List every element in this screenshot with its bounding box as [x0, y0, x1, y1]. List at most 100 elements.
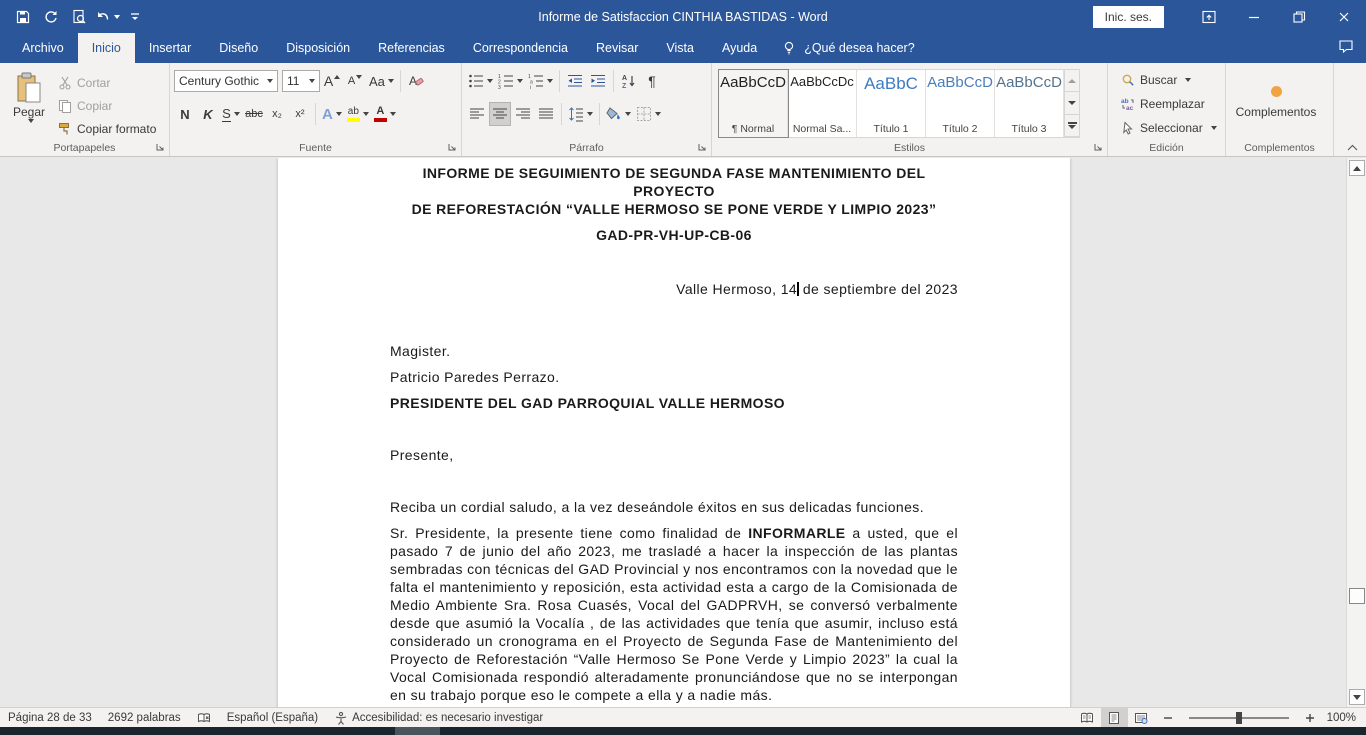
- doc-date-line: Valle Hermoso, 14 de septiembre del 2023: [390, 280, 958, 298]
- styles-more-button[interactable]: [1065, 115, 1079, 137]
- justify-button[interactable]: [535, 102, 557, 126]
- font-size-combobox[interactable]: 11: [282, 70, 320, 92]
- tab-referencias[interactable]: Referencias: [364, 33, 459, 63]
- scrollbar-down-button[interactable]: [1349, 689, 1365, 705]
- read-mode-button[interactable]: [1074, 708, 1101, 728]
- parrafo-dialog-launcher[interactable]: [696, 141, 709, 154]
- tab-inicio[interactable]: Inicio: [78, 33, 135, 63]
- style-titulo-2[interactable]: AaBbCcD Título 2: [926, 70, 995, 137]
- text-effects-button[interactable]: A: [320, 102, 344, 126]
- language-selector[interactable]: Español (España): [219, 708, 326, 728]
- collapse-ribbon-button[interactable]: [1344, 140, 1360, 154]
- redo-button[interactable]: [38, 4, 64, 30]
- increase-indent-button[interactable]: [587, 69, 609, 93]
- vertical-scrollbar[interactable]: [1346, 158, 1366, 707]
- print-layout-button[interactable]: [1101, 708, 1128, 728]
- style-titulo-1[interactable]: AaBbC Título 1: [857, 70, 926, 137]
- tab-diseno[interactable]: Diseño: [205, 33, 272, 63]
- borders-button[interactable]: [634, 102, 663, 126]
- close-button[interactable]: [1321, 0, 1366, 33]
- tab-insertar[interactable]: Insertar: [135, 33, 205, 63]
- tab-correspondencia[interactable]: Correspondencia: [459, 33, 582, 63]
- replace-button[interactable]: abac Reemplazar: [1118, 94, 1220, 115]
- zoom-in-button[interactable]: [1297, 708, 1323, 728]
- accessibility-person-icon: [334, 711, 348, 725]
- change-case-button[interactable]: Aa: [367, 69, 396, 93]
- save-button[interactable]: [10, 4, 36, 30]
- zoom-out-button[interactable]: [1155, 708, 1181, 728]
- divider: [559, 70, 560, 92]
- customize-quick-access-icon: [128, 10, 142, 24]
- multilevel-list-button[interactable]: 1ai: [526, 69, 555, 93]
- tab-ayuda[interactable]: Ayuda: [708, 33, 771, 63]
- decrease-indent-button[interactable]: [564, 69, 586, 93]
- accessibility-status[interactable]: Accesibilidad: es necesario investigar: [326, 708, 551, 728]
- tab-revisar[interactable]: Revisar: [582, 33, 652, 63]
- grow-font-button[interactable]: A: [321, 69, 343, 93]
- style-normal[interactable]: AaBbCcD ¶ Normal: [719, 70, 788, 137]
- complementos-button[interactable]: Complementos: [1230, 67, 1322, 138]
- increase-indent-icon: [590, 73, 606, 89]
- cut-button: Cortar: [54, 73, 160, 92]
- italic-button[interactable]: K: [197, 102, 219, 126]
- sign-in-button[interactable]: Inic. ses.: [1093, 6, 1164, 28]
- tab-disposicion[interactable]: Disposición: [272, 33, 364, 63]
- print-preview-button[interactable]: [66, 4, 92, 30]
- minimize-button[interactable]: [1231, 0, 1276, 33]
- numbering-button[interactable]: 123: [496, 69, 525, 93]
- clear-formatting-button[interactable]: A: [405, 69, 427, 93]
- show-marks-button[interactable]: ¶: [641, 69, 663, 93]
- font-color-button[interactable]: A: [372, 102, 398, 126]
- styles-scroll-up-button[interactable]: [1065, 70, 1079, 92]
- word-count[interactable]: 2692 palabras: [100, 708, 189, 728]
- styles-scroll-down-button[interactable]: [1065, 92, 1079, 114]
- shading-button[interactable]: [604, 102, 633, 126]
- style-sin-espaciado[interactable]: AaBbCcDc Normal Sa...: [788, 70, 857, 137]
- scrollbar-thumb[interactable]: [1349, 588, 1365, 604]
- svg-text:ac: ac: [1126, 105, 1134, 111]
- decrease-indent-icon: [567, 73, 583, 89]
- portapapeles-dialog-launcher[interactable]: [154, 141, 167, 154]
- align-center-button[interactable]: [489, 102, 511, 126]
- font-name-combobox[interactable]: Century Gothic: [174, 70, 278, 92]
- scrollbar-up-icon: [1353, 166, 1361, 171]
- tell-me-box[interactable]: ¿Qué desea hacer?: [771, 33, 925, 63]
- divider: [613, 70, 614, 92]
- fuente-dialog-launcher[interactable]: [446, 141, 459, 154]
- feedback-comment-icon[interactable]: [1338, 38, 1354, 54]
- style-titulo-3[interactable]: AaBbCcD Título 3: [995, 70, 1064, 137]
- scrollbar-up-button[interactable]: [1349, 160, 1365, 176]
- highlight-button[interactable]: ab: [345, 102, 371, 126]
- page-indicator[interactable]: Página 28 de 33: [0, 708, 100, 728]
- sort-button[interactable]: AZ: [618, 69, 640, 93]
- shrink-font-icon: [356, 75, 362, 79]
- align-right-button[interactable]: [512, 102, 534, 126]
- zoom-slider-thumb[interactable]: [1236, 712, 1242, 724]
- document-page[interactable]: INFORME DE SEGUIMIENTO DE SEGUNDA FASE M…: [278, 158, 1070, 707]
- align-left-button[interactable]: [466, 102, 488, 126]
- zoom-slider[interactable]: [1189, 717, 1289, 719]
- select-button[interactable]: Seleccionar: [1118, 117, 1220, 138]
- strikethrough-button[interactable]: abc: [243, 102, 265, 126]
- tab-vista[interactable]: Vista: [652, 33, 708, 63]
- tab-archivo[interactable]: Archivo: [8, 33, 78, 63]
- customize-quick-access-button[interactable]: [122, 4, 148, 30]
- find-button[interactable]: Buscar: [1118, 70, 1220, 91]
- line-spacing-button[interactable]: [566, 102, 595, 126]
- superscript-button[interactable]: x²: [289, 102, 311, 126]
- bullets-button[interactable]: [466, 69, 495, 93]
- zoom-in-icon: [1305, 713, 1315, 723]
- paste-button[interactable]: Pegar: [4, 67, 54, 138]
- proofing-status[interactable]: [189, 708, 219, 728]
- zoom-percentage[interactable]: 100%: [1323, 712, 1366, 724]
- format-painter-button[interactable]: Copiar formato: [54, 119, 160, 138]
- ribbon-display-options-button[interactable]: [1186, 0, 1231, 33]
- underline-button[interactable]: S: [220, 102, 242, 126]
- subscript-button[interactable]: x₂: [266, 102, 288, 126]
- shrink-font-button[interactable]: A: [344, 69, 366, 93]
- bold-button[interactable]: N: [174, 102, 196, 126]
- undo-button[interactable]: [94, 4, 120, 30]
- web-layout-button[interactable]: [1128, 708, 1155, 728]
- restore-button[interactable]: [1276, 0, 1321, 33]
- estilos-dialog-launcher[interactable]: [1092, 141, 1105, 154]
